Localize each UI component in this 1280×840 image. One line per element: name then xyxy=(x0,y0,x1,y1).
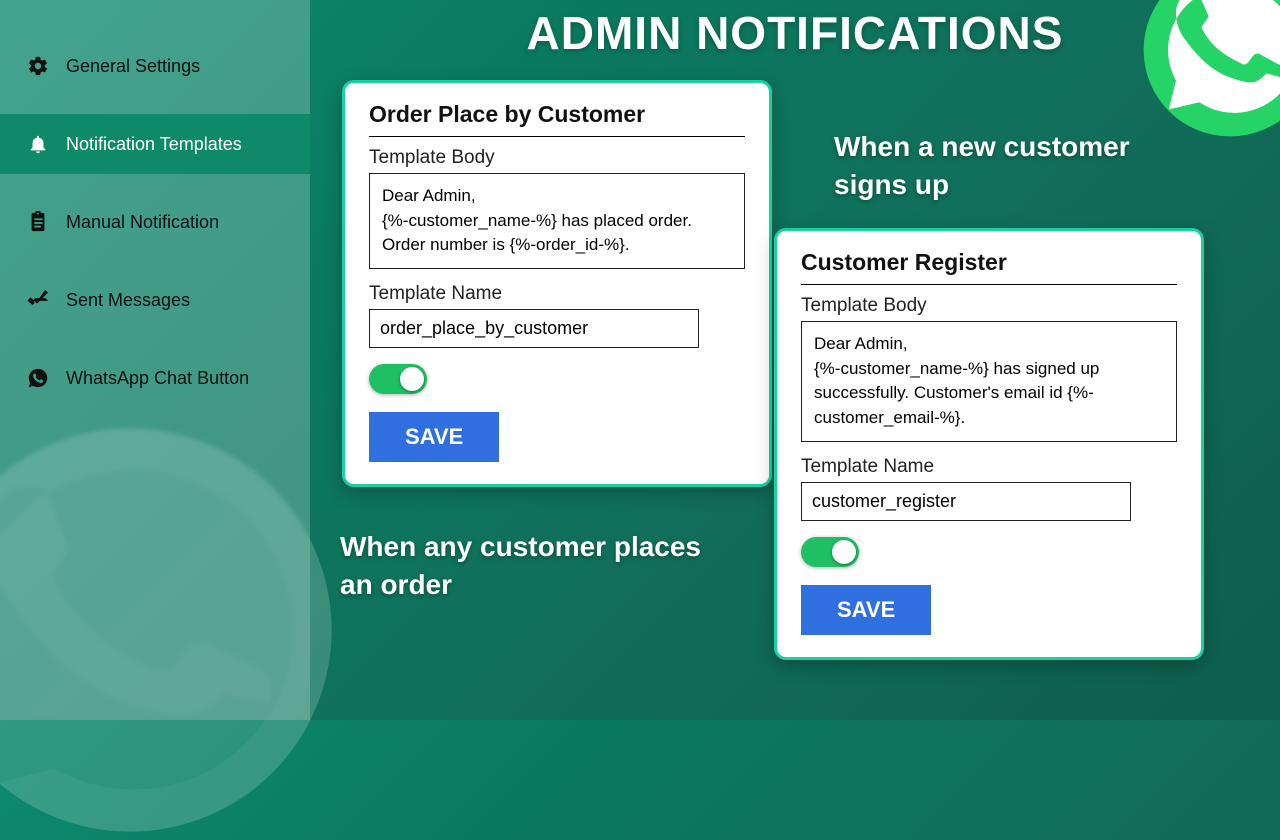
sidebar-item-general-settings[interactable]: General Settings xyxy=(0,36,310,96)
sidebar: General Settings Notification Templates … xyxy=(0,0,310,720)
double-check-icon xyxy=(26,288,50,312)
whatsapp-icon xyxy=(26,366,50,390)
sidebar-item-notification-templates[interactable]: Notification Templates xyxy=(0,114,310,174)
divider xyxy=(801,284,1177,285)
gear-icon xyxy=(26,54,50,78)
callout-order: When any customer places an order xyxy=(340,528,740,604)
sidebar-item-label: Sent Messages xyxy=(66,290,190,311)
template-body-textarea[interactable]: Dear Admin, {%-customer_name-%} has plac… xyxy=(369,173,745,269)
sidebar-item-manual-notification[interactable]: Manual Notification xyxy=(0,192,310,252)
enable-toggle[interactable] xyxy=(801,537,859,567)
bell-icon xyxy=(26,132,50,156)
save-button[interactable]: SAVE xyxy=(801,585,931,635)
template-name-input[interactable] xyxy=(801,482,1131,521)
card-customer-register: Customer Register Template Body Dear Adm… xyxy=(774,228,1204,660)
save-button[interactable]: SAVE xyxy=(369,412,499,462)
page-title: ADMIN NOTIFICATIONS xyxy=(310,0,1280,60)
divider xyxy=(369,136,745,137)
enable-toggle[interactable] xyxy=(369,364,427,394)
callout-signup: When a new customer signs up xyxy=(834,128,1204,204)
clipboard-icon xyxy=(26,210,50,234)
card-title: Order Place by Customer xyxy=(369,101,745,128)
template-body-textarea[interactable]: Dear Admin, {%-customer_name-%} has sign… xyxy=(801,321,1177,442)
template-name-label: Template Name xyxy=(801,456,1177,478)
card-title: Customer Register xyxy=(801,249,1177,276)
card-order-place: Order Place by Customer Template Body De… xyxy=(342,80,772,487)
template-name-label: Template Name xyxy=(369,283,745,305)
sidebar-item-label: WhatsApp Chat Button xyxy=(66,368,249,389)
template-body-label: Template Body xyxy=(801,295,1177,317)
sidebar-item-label: Manual Notification xyxy=(66,212,219,233)
template-name-input[interactable] xyxy=(369,309,699,348)
sidebar-item-label: General Settings xyxy=(66,56,200,77)
sidebar-item-label: Notification Templates xyxy=(66,134,242,155)
sidebar-item-sent-messages[interactable]: Sent Messages xyxy=(0,270,310,330)
sidebar-item-whatsapp-chat-button[interactable]: WhatsApp Chat Button xyxy=(0,348,310,408)
template-body-label: Template Body xyxy=(369,147,745,169)
